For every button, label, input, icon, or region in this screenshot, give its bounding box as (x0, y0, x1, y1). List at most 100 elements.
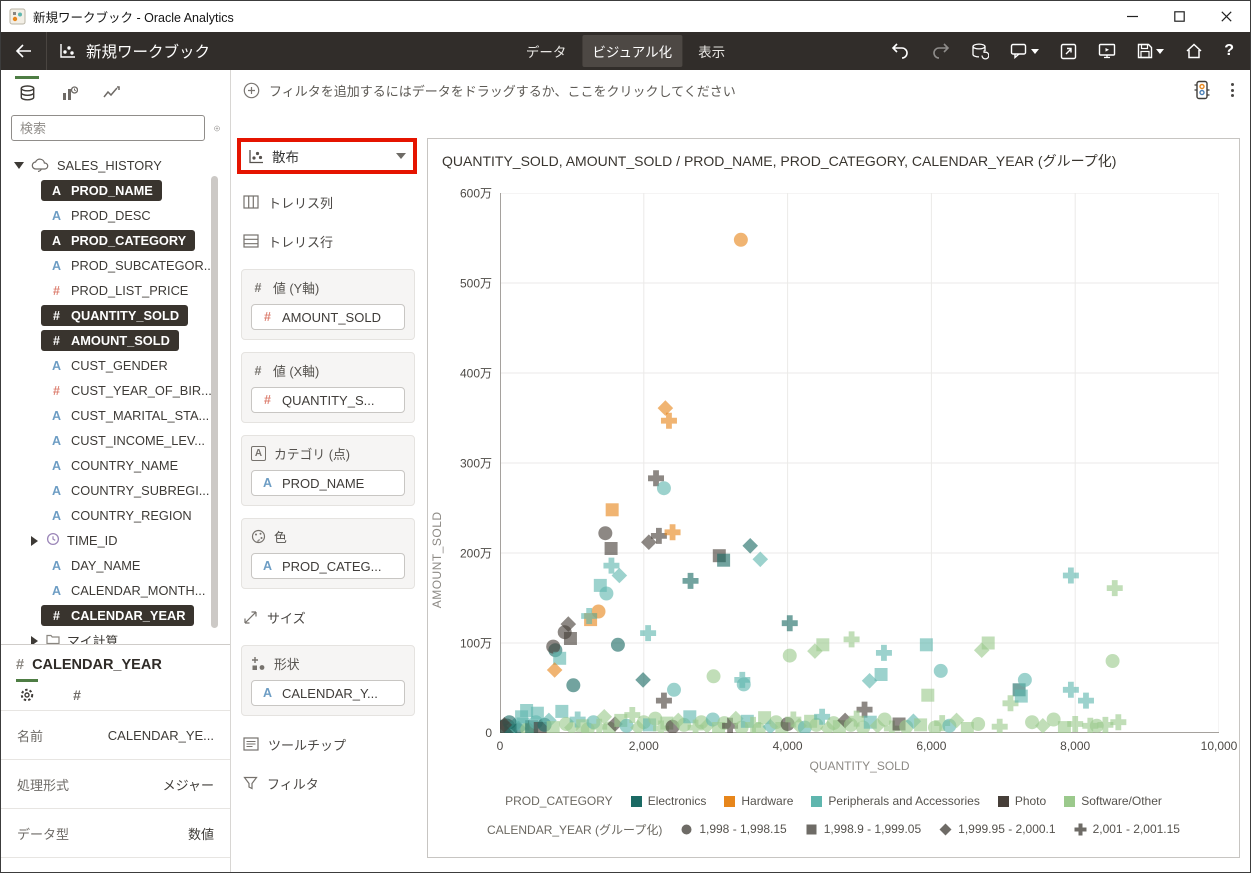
plot-area[interactable] (500, 193, 1219, 733)
tree-item-calendar_year[interactable]: #CALENDAR_YEAR (1, 603, 230, 628)
visualization-container[interactable]: QUANTITY_SOLD, AMOUNT_SOLD / PROD_NAME, … (427, 138, 1240, 858)
dataset-row[interactable]: SALES_HISTORY (1, 152, 230, 178)
legend-item-photo[interactable]: Photo (998, 794, 1046, 808)
data-point[interactable] (971, 717, 985, 731)
chart-type-dropdown[interactable]: 散布 (241, 142, 413, 170)
data-point[interactable] (921, 689, 934, 702)
data-point[interactable] (640, 625, 656, 641)
tree-item-cust_year_of_bir[interactable]: #CUST_YEAR_OF_BIR... (1, 378, 230, 403)
data-point[interactable] (605, 542, 618, 555)
tree-item-prod_subcategor[interactable]: APROD_SUBCATEGOR... (1, 253, 230, 278)
data-point[interactable] (555, 705, 568, 718)
tree-item-amount_sold[interactable]: #AMOUNT_SOLD (1, 328, 230, 353)
property-row-treat-as[interactable]: 処理形式 メジャー (1, 759, 230, 808)
pill-prod-category[interactable]: APROD_CATEG... (251, 553, 405, 579)
tree-item-quantity_sold[interactable]: #QUANTITY_SOLD (1, 303, 230, 328)
tree-item-country_region[interactable]: ACOUNTRY_REGION (1, 503, 230, 528)
data-point[interactable] (657, 481, 671, 495)
data-point[interactable] (598, 526, 612, 540)
data-point[interactable] (1063, 682, 1079, 698)
data-point[interactable] (816, 638, 829, 651)
legend-shape-item[interactable]: 1,998.9 - 1,999.05 (805, 822, 921, 836)
data-point[interactable] (707, 669, 721, 683)
tab-data[interactable]: データ (516, 35, 577, 67)
pill-calendar-year[interactable]: ACALENDAR_Y... (251, 680, 405, 706)
collapse-icon[interactable] (14, 162, 24, 169)
tab-analytics[interactable] (93, 70, 129, 110)
tree-item-cust_marital_sta[interactable]: ACUST_MARITAL_STA... (1, 403, 230, 428)
slot-filter[interactable]: フィルタ (243, 772, 413, 794)
legend-item-electronics[interactable]: Electronics (631, 794, 707, 808)
home-icon[interactable] (1185, 43, 1203, 59)
menu-icon[interactable] (1231, 83, 1234, 97)
data-point[interactable] (982, 637, 995, 650)
save-icon[interactable] (1137, 43, 1164, 59)
present-icon[interactable] (1098, 43, 1116, 59)
data-point[interactable] (1078, 693, 1094, 709)
slot-trellis-columns[interactable]: トレリス列 (243, 191, 413, 213)
tree-item-cust_income_lev[interactable]: ACUST_INCOME_LEV... (1, 428, 230, 453)
data-point[interactable] (566, 678, 580, 692)
data-point[interactable] (992, 719, 1008, 733)
data-point[interactable] (599, 587, 613, 601)
tree-item-[interactable]: マイ計算 (1, 628, 230, 644)
data-point[interactable] (606, 503, 619, 516)
data-point[interactable] (667, 683, 681, 697)
legend-item-peripherals-and-accessories[interactable]: Peripherals and Accessories (811, 794, 979, 808)
data-point[interactable] (1018, 673, 1032, 687)
legend-shape-item[interactable]: 1,998 - 1,998.15 (680, 822, 786, 836)
property-row-aggregation[interactable]: 集計 合計 (1, 857, 230, 873)
tree-item-cust_gender[interactable]: ACUST_GENDER (1, 353, 230, 378)
tree-scrollbar[interactable] (211, 176, 218, 628)
minimize-button[interactable] (1109, 1, 1156, 32)
data-point[interactable] (783, 649, 797, 663)
legend-shape-item[interactable]: 1,999.95 - 2,000.1 (939, 822, 1055, 836)
data-point[interactable] (717, 554, 730, 567)
tab-visualize[interactable]: ビジュアル化 (582, 35, 682, 67)
data-point[interactable] (782, 615, 798, 631)
slot-tooltip[interactable]: ツールチップ (243, 733, 413, 755)
refresh-data-icon[interactable] (971, 43, 989, 60)
data-point[interactable] (875, 668, 888, 681)
filter-bar[interactable]: フィルタを追加するにはデータをドラッグするか、ここをクリックしてください (231, 70, 1250, 110)
pill-quantity-sold[interactable]: #QUANTITY_S... (251, 387, 405, 413)
pill-amount-sold[interactable]: #AMOUNT_SOLD (251, 304, 405, 330)
back-button[interactable] (1, 32, 47, 70)
data-point[interactable] (737, 677, 751, 691)
tree-item-prod_name[interactable]: APROD_NAME (1, 178, 230, 203)
data-point[interactable] (665, 524, 681, 540)
data-point[interactable] (752, 552, 768, 568)
scatter-plot[interactable] (500, 193, 1219, 733)
legend-item-hardware[interactable]: Hardware (724, 794, 793, 808)
data-point[interactable] (611, 638, 625, 652)
tree-item-calendar_month[interactable]: ACALENDAR_MONTH... (1, 578, 230, 603)
data-point[interactable] (558, 625, 572, 639)
data-point[interactable] (914, 718, 927, 731)
tree-item-prod_category[interactable]: APROD_CATEGORY (1, 228, 230, 253)
data-point[interactable] (876, 645, 892, 661)
undo-icon[interactable] (891, 43, 910, 59)
export-icon[interactable] (1060, 43, 1077, 60)
tab-general-properties[interactable] (16, 679, 38, 703)
tab-data-elements[interactable] (9, 70, 45, 110)
search-input[interactable] (11, 115, 205, 141)
data-point[interactable] (547, 721, 560, 733)
tree-item-time_id[interactable]: TIME_ID (1, 528, 230, 553)
data-point[interactable] (635, 672, 651, 688)
tab-number-format[interactable]: # (66, 679, 88, 703)
tree-item-country_subregi[interactable]: ACOUNTRY_SUBREGI... (1, 478, 230, 503)
data-point[interactable] (920, 638, 933, 651)
add-filter-icon[interactable] (243, 82, 260, 99)
legend-item-software-other[interactable]: Software/Other (1064, 794, 1162, 808)
data-point[interactable] (683, 573, 699, 589)
tab-visualizations[interactable] (51, 70, 87, 110)
data-point[interactable] (546, 640, 560, 654)
data-point[interactable] (520, 704, 533, 717)
legend-shape-item[interactable]: 2,001 - 2,001.15 (1074, 822, 1180, 836)
property-row-data-type[interactable]: データ型 数値 (1, 808, 230, 857)
maximize-button[interactable] (1156, 1, 1203, 32)
annotate-icon[interactable] (1010, 43, 1039, 59)
redo-icon[interactable] (931, 43, 950, 59)
data-point[interactable] (1063, 568, 1079, 584)
tree-item-country_name[interactable]: ACOUNTRY_NAME (1, 453, 230, 478)
